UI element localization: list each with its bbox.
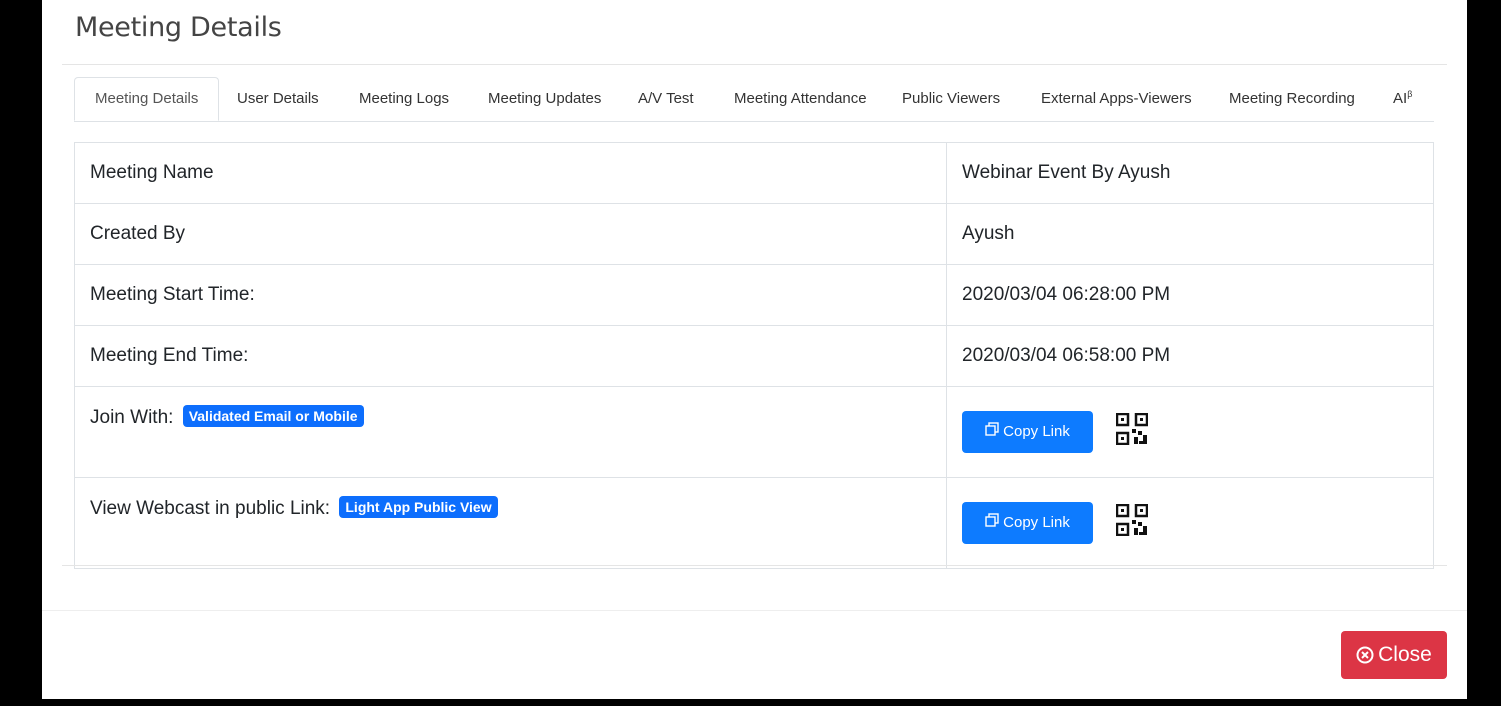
table-row: Created By Ayush [74,203,1434,265]
start-time-label: Meeting Start Time: [74,264,947,326]
created-by-value: Ayush [946,203,1434,265]
qr-code-icon[interactable] [1116,503,1149,542]
footer-divider [42,610,1467,611]
start-time-value: 2020/03/04 06:28:00 PM [946,264,1434,326]
tab-meeting-attendance[interactable]: Meeting Attendance [734,77,867,121]
webcast-badge: Light App Public View [339,496,498,518]
join-with-cell: Join With: Validated Email or Mobile [74,386,947,478]
table-row: Join With: Validated Email or Mobile Cop… [74,386,1434,478]
end-time-label: Meeting End Time: [74,325,947,387]
table-row: View Webcast in public Link: Light App P… [74,477,1434,569]
copy-join-link-button[interactable]: Copy Link [962,411,1093,453]
header-divider [62,64,1447,65]
tab-public-viewers[interactable]: Public Viewers [902,77,1000,121]
webcast-label: View Webcast in public Link: [90,498,331,519]
copy-webcast-link-button[interactable]: Copy Link [962,502,1093,544]
created-by-label: Created By [74,203,947,265]
tab-ai-label: AI [1393,90,1408,107]
join-with-label: Join With: [90,407,174,428]
tab-external-apps-viewers[interactable]: External Apps-Viewers [1041,77,1192,121]
tab-meeting-details[interactable]: Meeting Details [74,77,220,121]
copy-link-label: Copy Link [1003,514,1070,531]
close-button[interactable]: Close [1341,631,1447,679]
close-label: Close [1378,643,1432,666]
modal-title: Meeting Details [75,12,282,43]
copy-icon [985,502,999,544]
webcast-cell: View Webcast in public Link: Light App P… [74,477,947,569]
end-time-value: 2020/03/04 06:58:00 PM [946,325,1434,387]
tab-ai[interactable]: AIβ [1393,77,1412,121]
close-circle-icon [1356,634,1374,682]
table-row: Meeting End Time: 2020/03/04 06:58:00 PM [74,325,1434,387]
join-with-badge: Validated Email or Mobile [182,405,364,427]
tab-user-details[interactable]: User Details [237,77,319,121]
copy-icon [985,411,999,453]
beta-mark: β [1407,89,1413,99]
tab-meeting-recording[interactable]: Meeting Recording [1229,77,1355,121]
copy-link-label: Copy Link [1003,423,1070,440]
webcast-link-actions: Copy Link [946,477,1434,569]
tab-av-test[interactable]: A/V Test [638,77,694,121]
meeting-name-label: Meeting Name [74,142,947,204]
content-divider [62,565,1447,566]
tab-meeting-logs[interactable]: Meeting Logs [359,77,449,121]
tab-bar: Meeting Details User Details Meeting Log… [74,77,1434,122]
table-row: Meeting Start Time: 2020/03/04 06:28:00 … [74,264,1434,326]
meeting-name-value: Webinar Event By Ayush [946,142,1434,204]
table-row: Meeting Name Webinar Event By Ayush [74,142,1434,204]
join-link-actions: Copy Link [946,386,1434,478]
meeting-details-modal: Meeting Details Meeting Details User Det… [42,0,1467,699]
tab-meeting-updates[interactable]: Meeting Updates [488,77,601,121]
meeting-details-table: Meeting Name Webinar Event By Ayush Crea… [74,142,1434,569]
qr-code-icon[interactable] [1116,412,1149,451]
